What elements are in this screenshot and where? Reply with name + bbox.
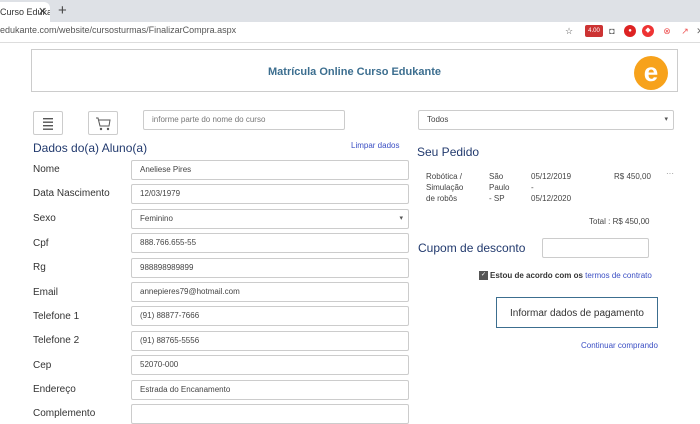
page-header: Matrícula Online Curso Edukante e bbox=[31, 49, 678, 92]
telefone-2-input[interactable]: (91) 88765-5556 bbox=[131, 331, 409, 351]
chevron-down-icon: ▾ bbox=[399, 215, 403, 222]
terms-checkbox[interactable]: ✓ bbox=[479, 271, 488, 281]
field-label-email: Email bbox=[33, 287, 59, 298]
field-label-data-nascimento: Data Nascimento bbox=[33, 188, 110, 199]
category-filter-select[interactable]: Todos ▾ bbox=[418, 110, 674, 130]
continue-shopping-link[interactable]: Continuar comprando bbox=[581, 341, 658, 350]
cart-button[interactable] bbox=[88, 111, 118, 135]
order-city-line: São bbox=[489, 172, 504, 181]
terms-agreement-text: Estou de acordo com os bbox=[490, 271, 583, 280]
nome-input[interactable]: Aneliese Pires bbox=[131, 160, 409, 180]
order-section-title: Seu Pedido bbox=[417, 145, 480, 159]
inform-payment-button[interactable]: Informar dados de pagamento bbox=[496, 297, 658, 328]
clear-data-link[interactable]: Limpar dados bbox=[351, 141, 399, 150]
terms-agreement: ✓ Estou de acordo com os termos de contra… bbox=[479, 271, 652, 281]
order-total: Total : R$ 450,00 bbox=[589, 217, 650, 226]
order-course-city: São Paulo - SP bbox=[489, 171, 509, 204]
order-course-line: de robôs bbox=[426, 194, 458, 203]
complemento-input[interactable] bbox=[131, 404, 409, 424]
order-item-menu-icon[interactable]: ··· bbox=[666, 169, 674, 178]
order-date-start: 05/12/2019 bbox=[531, 172, 572, 181]
sexo-select[interactable]: Feminino ▾ bbox=[131, 209, 409, 229]
endereco-input[interactable]: Estrada do Encanamento bbox=[131, 380, 409, 400]
data-nascimento-input[interactable]: 12/03/1979 bbox=[131, 184, 409, 204]
field-label-rg: Rg bbox=[33, 262, 46, 273]
extension-menu-icon[interactable]: ✕ bbox=[694, 25, 700, 37]
chevron-down-icon: ▾ bbox=[664, 116, 668, 123]
sexo-value: Feminino bbox=[140, 214, 173, 223]
coupon-label: Cupom de desconto bbox=[418, 241, 526, 255]
extension-badge-icon[interactable]: 4.00 bbox=[585, 25, 603, 37]
terms-link[interactable]: termos de contrato bbox=[585, 271, 652, 280]
page-title: Matrícula Online Curso Edukante bbox=[268, 66, 441, 78]
field-label-cep: Cep bbox=[33, 360, 52, 371]
order-course-line: Simulação bbox=[426, 183, 464, 192]
star-icon[interactable]: ☆ bbox=[563, 25, 575, 37]
cpf-input[interactable]: 888.766.655-55 bbox=[131, 233, 409, 253]
course-search-input[interactable]: informe parte do nome do curso bbox=[143, 110, 345, 130]
order-course-dates: 05/12/2019 - 05/12/2020 bbox=[531, 171, 571, 204]
order-date-end: 05/12/2020 bbox=[531, 194, 572, 203]
address-bar[interactable]: edukante.com/website/cursosturmas/Finali… bbox=[0, 22, 700, 43]
edukante-logo: e bbox=[634, 56, 668, 90]
close-tab-icon[interactable]: ✕ bbox=[38, 2, 47, 22]
field-label-endereco: Endereço bbox=[33, 384, 76, 395]
browser-tab-bar: Curso Edukante ✕ + bbox=[0, 0, 700, 22]
order-city-line: Paulo bbox=[489, 183, 510, 192]
order-course-name: Robótica / Simulação de robôs bbox=[426, 171, 463, 204]
field-label-sexo: Sexo bbox=[33, 213, 56, 224]
cart-icon bbox=[96, 117, 111, 131]
field-label-nome: Nome bbox=[33, 164, 60, 175]
list-view-button[interactable] bbox=[33, 111, 63, 135]
extension-arrow-icon[interactable]: ↗ bbox=[679, 25, 691, 37]
new-tab-button[interactable]: + bbox=[58, 1, 67, 21]
order-course-line: Robótica / bbox=[426, 172, 463, 181]
order-city-line: - SP bbox=[489, 194, 505, 203]
order-date-sep: - bbox=[531, 183, 534, 192]
coupon-input[interactable] bbox=[542, 238, 649, 258]
extension-red-icon[interactable]: ◆ bbox=[642, 25, 654, 37]
rg-input[interactable]: 988898989899 bbox=[131, 258, 409, 278]
list-icon bbox=[43, 118, 53, 130]
adblock-icon[interactable]: ● bbox=[624, 25, 636, 37]
browser-tab[interactable]: Curso Edukante ✕ bbox=[0, 2, 50, 22]
student-section-title: Dados do(a) Aluno(a) bbox=[33, 141, 148, 155]
category-filter-value: Todos bbox=[427, 115, 449, 124]
camera-icon[interactable]: ◘ bbox=[606, 25, 618, 37]
field-label-telefone-1: Telefone 1 bbox=[33, 311, 80, 322]
field-label-telefone-2: Telefone 2 bbox=[33, 335, 80, 346]
telefone-1-input[interactable]: (91) 88877-7666 bbox=[131, 306, 409, 326]
cep-input[interactable]: 52070-000 bbox=[131, 355, 409, 375]
field-label-complemento: Complemento bbox=[33, 408, 96, 419]
order-item-price: R$ 450,00 bbox=[614, 172, 651, 181]
url-text[interactable]: edukante.com/website/cursosturmas/Finali… bbox=[0, 25, 236, 35]
email-input[interactable]: annepieres79@hotmail.com bbox=[131, 282, 409, 302]
extension-x-icon[interactable]: ⊗ bbox=[661, 25, 673, 37]
field-label-cpf: Cpf bbox=[33, 238, 49, 249]
